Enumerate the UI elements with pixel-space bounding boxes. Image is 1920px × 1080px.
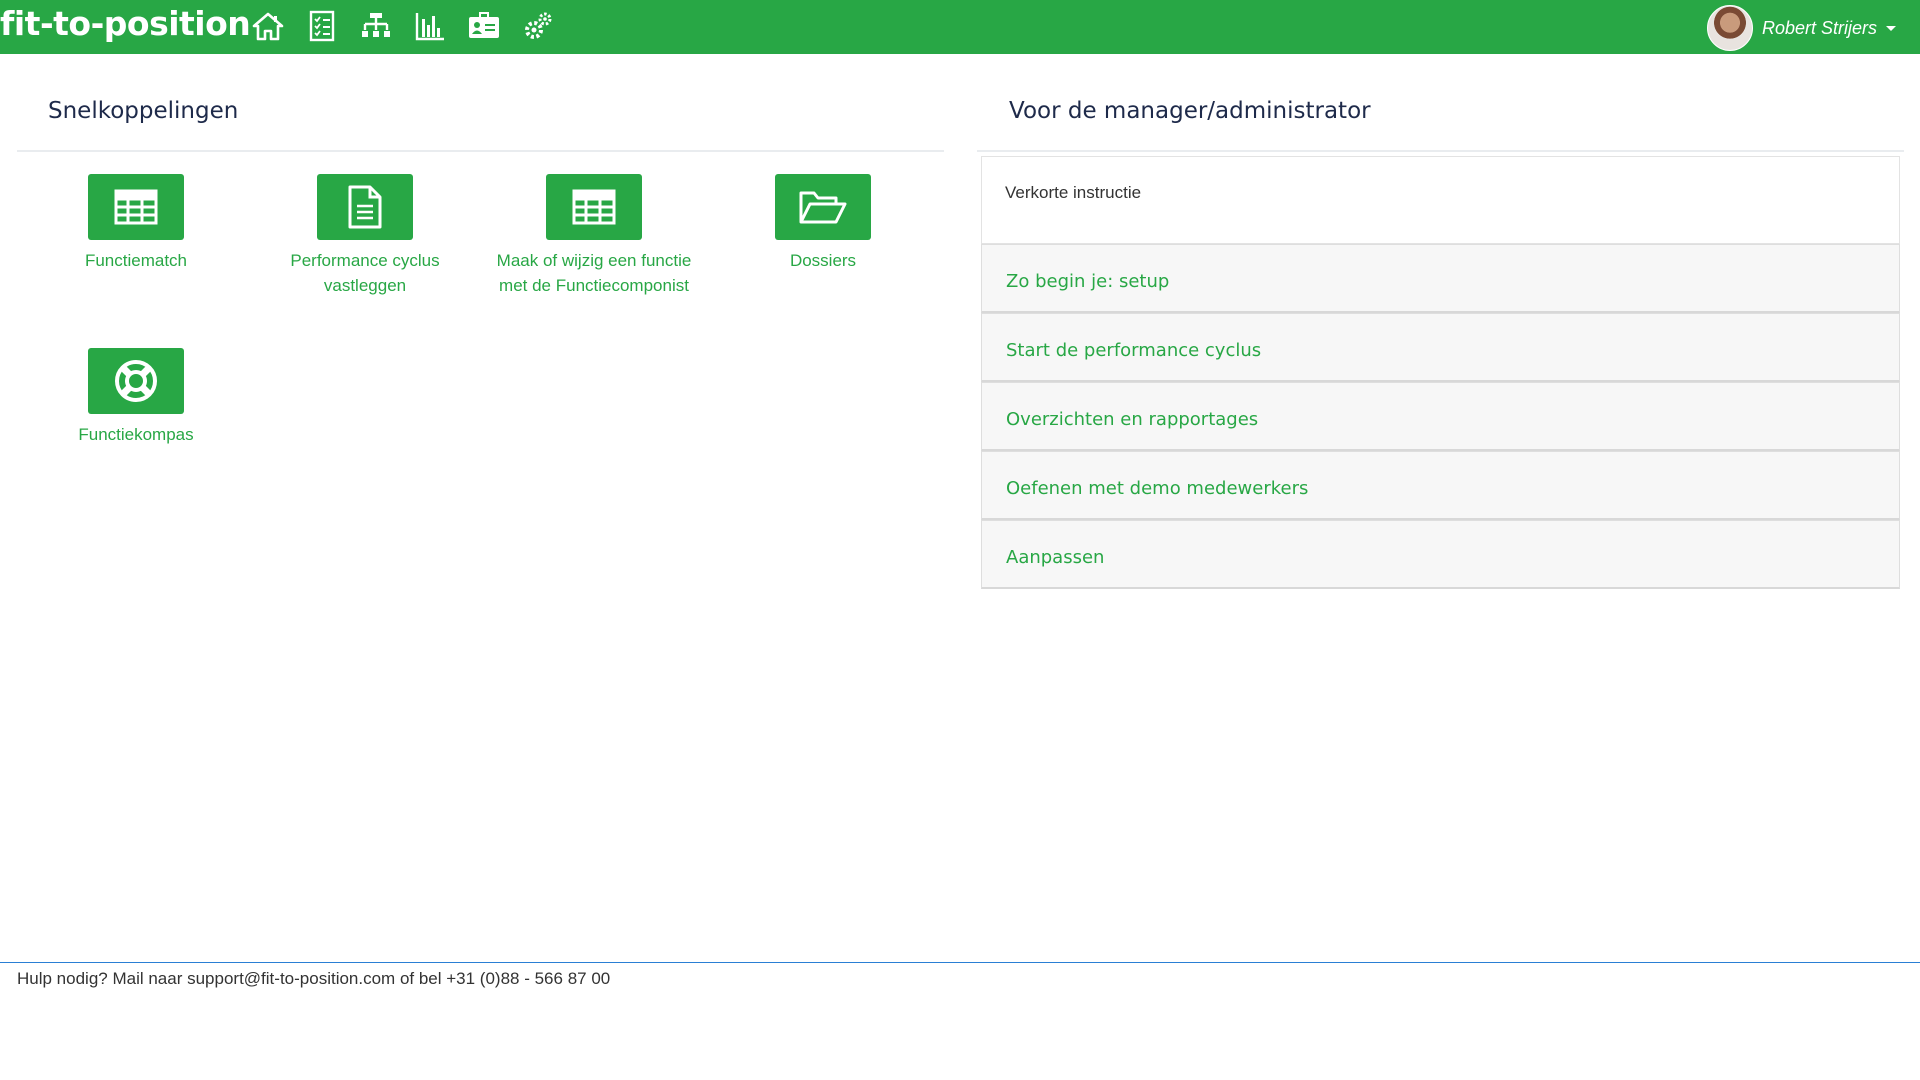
manager-panel: Voor de manager/administrator Verkorte i…: [977, 86, 1904, 589]
accordion-item-oefenen[interactable]: Oefenen met demo medewerkers: [981, 451, 1900, 520]
instruction-card: Verkorte instructie: [981, 156, 1900, 244]
tile-label: Performance cyclus vastleggen: [290, 251, 440, 295]
home-icon[interactable]: [252, 10, 284, 42]
table-icon: [114, 189, 158, 225]
tile-performance-button[interactable]: [317, 174, 413, 240]
card-title: Verkorte instructie: [1005, 183, 1142, 202]
folder-open-icon: [799, 191, 847, 224]
tile-label: Maak of wijzig een functie met de Functi…: [496, 251, 692, 295]
id-card-icon[interactable]: [468, 10, 500, 42]
tile-functiekompas[interactable]: Functiekompas: [36, 348, 236, 447]
shortcuts-panel: Snelkoppelingen Functiematch Performance…: [17, 86, 944, 472]
tile-dossiers-button[interactable]: [775, 174, 871, 240]
tile-dossiers[interactable]: Dossiers: [723, 174, 923, 273]
tile-functiecomponist-button[interactable]: [546, 174, 642, 240]
tile-performance-cyclus[interactable]: Performance cyclus vastleggen: [265, 174, 465, 298]
manager-title: Voor de manager/administrator: [977, 86, 1904, 152]
bar-chart-icon[interactable]: [414, 10, 446, 42]
tile-functiematch[interactable]: Functiematch: [36, 174, 236, 273]
nav-icons: [252, 10, 554, 42]
tile-functiematch-button[interactable]: [88, 174, 184, 240]
lifebuoy-icon: [115, 360, 157, 402]
tile-label: Functiematch: [84, 251, 188, 270]
accordion-item-setup[interactable]: Zo begin je: setup: [981, 244, 1900, 313]
accordion-item-performance[interactable]: Start de performance cyclus: [981, 313, 1900, 382]
document-icon: [348, 185, 382, 229]
checklist-icon[interactable]: [306, 10, 338, 42]
settings-icon[interactable]: [522, 10, 554, 42]
avatar: [1706, 5, 1753, 51]
org-chart-icon[interactable]: [360, 10, 392, 42]
table-icon: [572, 189, 616, 225]
footer: Hulp nodig? Mail naar support@fit-to-pos…: [0, 962, 1920, 989]
user-name: Robert Strijers: [1761, 17, 1877, 38]
shortcut-tiles: Functiematch Performance cyclus vastlegg…: [17, 152, 944, 472]
app-logo[interactable]: fit-to-position: [0, 4, 251, 43]
tile-functiekompas-button[interactable]: [88, 348, 184, 414]
user-menu[interactable]: Robert Strijers: [1706, 5, 1896, 51]
shortcuts-title: Snelkoppelingen: [17, 86, 944, 152]
tile-label: Functiekompas: [78, 425, 194, 444]
chevron-down-icon: [1886, 25, 1896, 31]
top-navbar: fit-to-position Robert Strijers: [0, 0, 1920, 54]
tile-functiecomponist[interactable]: Maak of wijzig een functie met de Functi…: [494, 174, 694, 298]
accordion-item-aanpassen[interactable]: Aanpassen: [981, 520, 1900, 589]
footer-help-text: Hulp nodig? Mail naar support@fit-to-pos…: [17, 969, 611, 988]
accordion-item-overzichten[interactable]: Overzichten en rapportages: [981, 382, 1900, 451]
tile-label: Dossiers: [789, 251, 857, 270]
